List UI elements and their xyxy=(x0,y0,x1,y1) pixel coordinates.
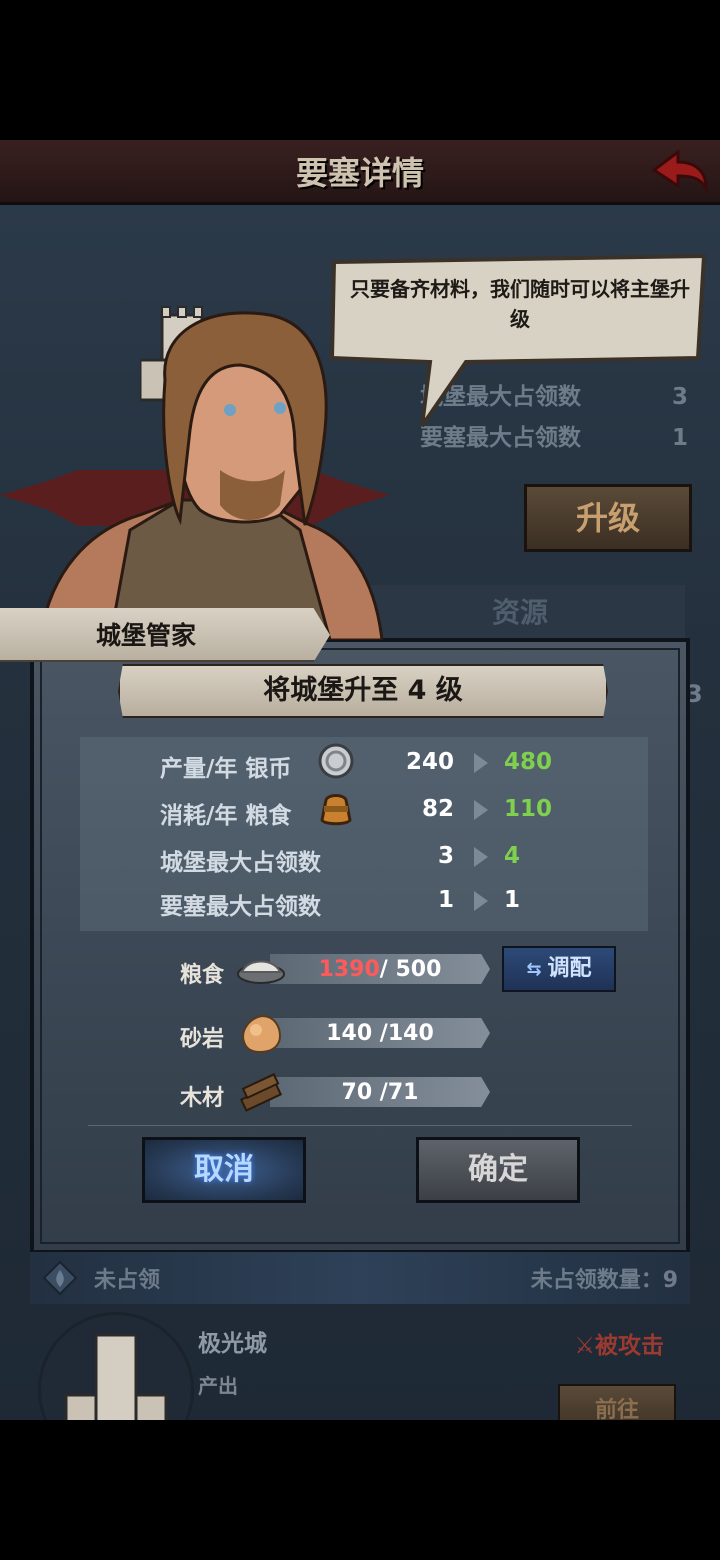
stat-old-value: 3 xyxy=(437,843,454,869)
stat-row: 消耗/年 粮食 82 110 xyxy=(80,788,648,832)
back-arrow-icon[interactable] xyxy=(650,144,710,198)
arrow-right-icon xyxy=(474,847,488,867)
resource-row-sandstone: 砂岩 140 /140 xyxy=(150,1014,620,1054)
resource-value: 140 /140 xyxy=(326,1021,434,1046)
stat-new-value: 1 xyxy=(504,887,521,913)
tab-resources[interactable]: 资源 xyxy=(355,585,685,640)
stat-row: 产量/年 银币 240 480 xyxy=(80,741,648,785)
stat-row: 要塞最大占领数 1 1 xyxy=(80,879,648,923)
resource-have: 1390 xyxy=(318,957,380,982)
section-count: 未占领数量：9 xyxy=(530,1268,678,1293)
city-name: 极光城 xyxy=(198,1331,267,1357)
resource-need: / 500 xyxy=(379,957,442,982)
stat-label: 产量/年 银币 xyxy=(160,756,292,782)
city-emblem xyxy=(38,1312,194,1420)
resource-value: 1390/ 500 xyxy=(270,957,490,982)
header-bar: 要塞详情 xyxy=(0,140,720,205)
arrow-right-icon xyxy=(474,891,488,911)
npc-name: 城堡管家 xyxy=(96,621,197,650)
crossed-swords-icon: ⚔ xyxy=(574,1333,595,1359)
page-title: 要塞详情 xyxy=(295,154,424,192)
npc-name-plate: 城堡管家 xyxy=(0,608,330,662)
grain-sack-icon xyxy=(320,794,352,826)
stat-new-value: 4 xyxy=(504,843,521,869)
resource-value: 70 /71 xyxy=(341,1080,419,1105)
stat-label: 要塞最大占领数 xyxy=(160,894,321,920)
dialog-heading: 将城堡升至 4 级 xyxy=(118,664,608,718)
stat-label: 消耗/年 粮食 xyxy=(160,803,292,829)
resource-label: 砂岩 xyxy=(180,1027,225,1052)
stat-old-value: 240 xyxy=(405,749,454,775)
resource-label: 木材 xyxy=(180,1086,225,1111)
dialog-divider xyxy=(88,1125,632,1126)
speech-text: 只要备齐材料，我们随时可以将主堡升级 xyxy=(350,277,690,331)
stat-old-value: 1 xyxy=(437,887,454,913)
resource-label: 粮食 xyxy=(180,963,225,988)
stat-row: 城堡最大占领数 3 4 xyxy=(80,835,648,879)
city-card: 极光城 产出 ⚔被攻击 前往 xyxy=(30,1312,690,1420)
stat-new-value: 110 xyxy=(504,796,553,822)
city-output-label: 产出 xyxy=(198,1374,238,1398)
attacked-label: 被攻击 xyxy=(595,1333,664,1359)
stat-old-value: 82 xyxy=(421,796,454,822)
arrow-right-icon xyxy=(474,800,488,820)
flame-shield-icon xyxy=(42,1260,78,1296)
allocate-button[interactable]: ⇆ 调配 xyxy=(502,946,616,992)
cancel-button[interactable]: 取消 xyxy=(142,1137,306,1203)
upgrade-button[interactable]: 升级 xyxy=(524,484,692,552)
resource-row-lumber: 木材 70 /71 xyxy=(150,1073,620,1113)
unoccupied-section-bar: 未占领 未占领数量：9 xyxy=(30,1252,690,1304)
arrow-right-icon xyxy=(474,753,488,773)
goto-button[interactable]: 前往 xyxy=(558,1384,676,1420)
swap-icon: ⇆ xyxy=(526,959,542,980)
silver-coin-icon xyxy=(318,743,354,779)
dialog-heading-text: 将城堡升至 4 级 xyxy=(263,675,463,706)
castle-icon xyxy=(64,1333,168,1420)
stat-new-value: 480 xyxy=(504,749,553,775)
section-label: 未占领 xyxy=(94,1268,161,1293)
stat-label: 城堡最大占领数 xyxy=(160,850,321,876)
game-screen: 要塞详情 城堡最大占领数 3 要塞最大占领数 1 升级 资源 3 城堡管家 只要… xyxy=(0,140,720,1420)
attacked-status: ⚔被攻击 xyxy=(574,1326,664,1360)
upgrade-stats: 产量/年 银币 240 480 消耗/年 粮食 82 110 城堡最大占领数 3… xyxy=(80,737,648,931)
allocate-label: 调配 xyxy=(547,956,592,981)
confirm-button[interactable]: 确定 xyxy=(416,1137,580,1203)
